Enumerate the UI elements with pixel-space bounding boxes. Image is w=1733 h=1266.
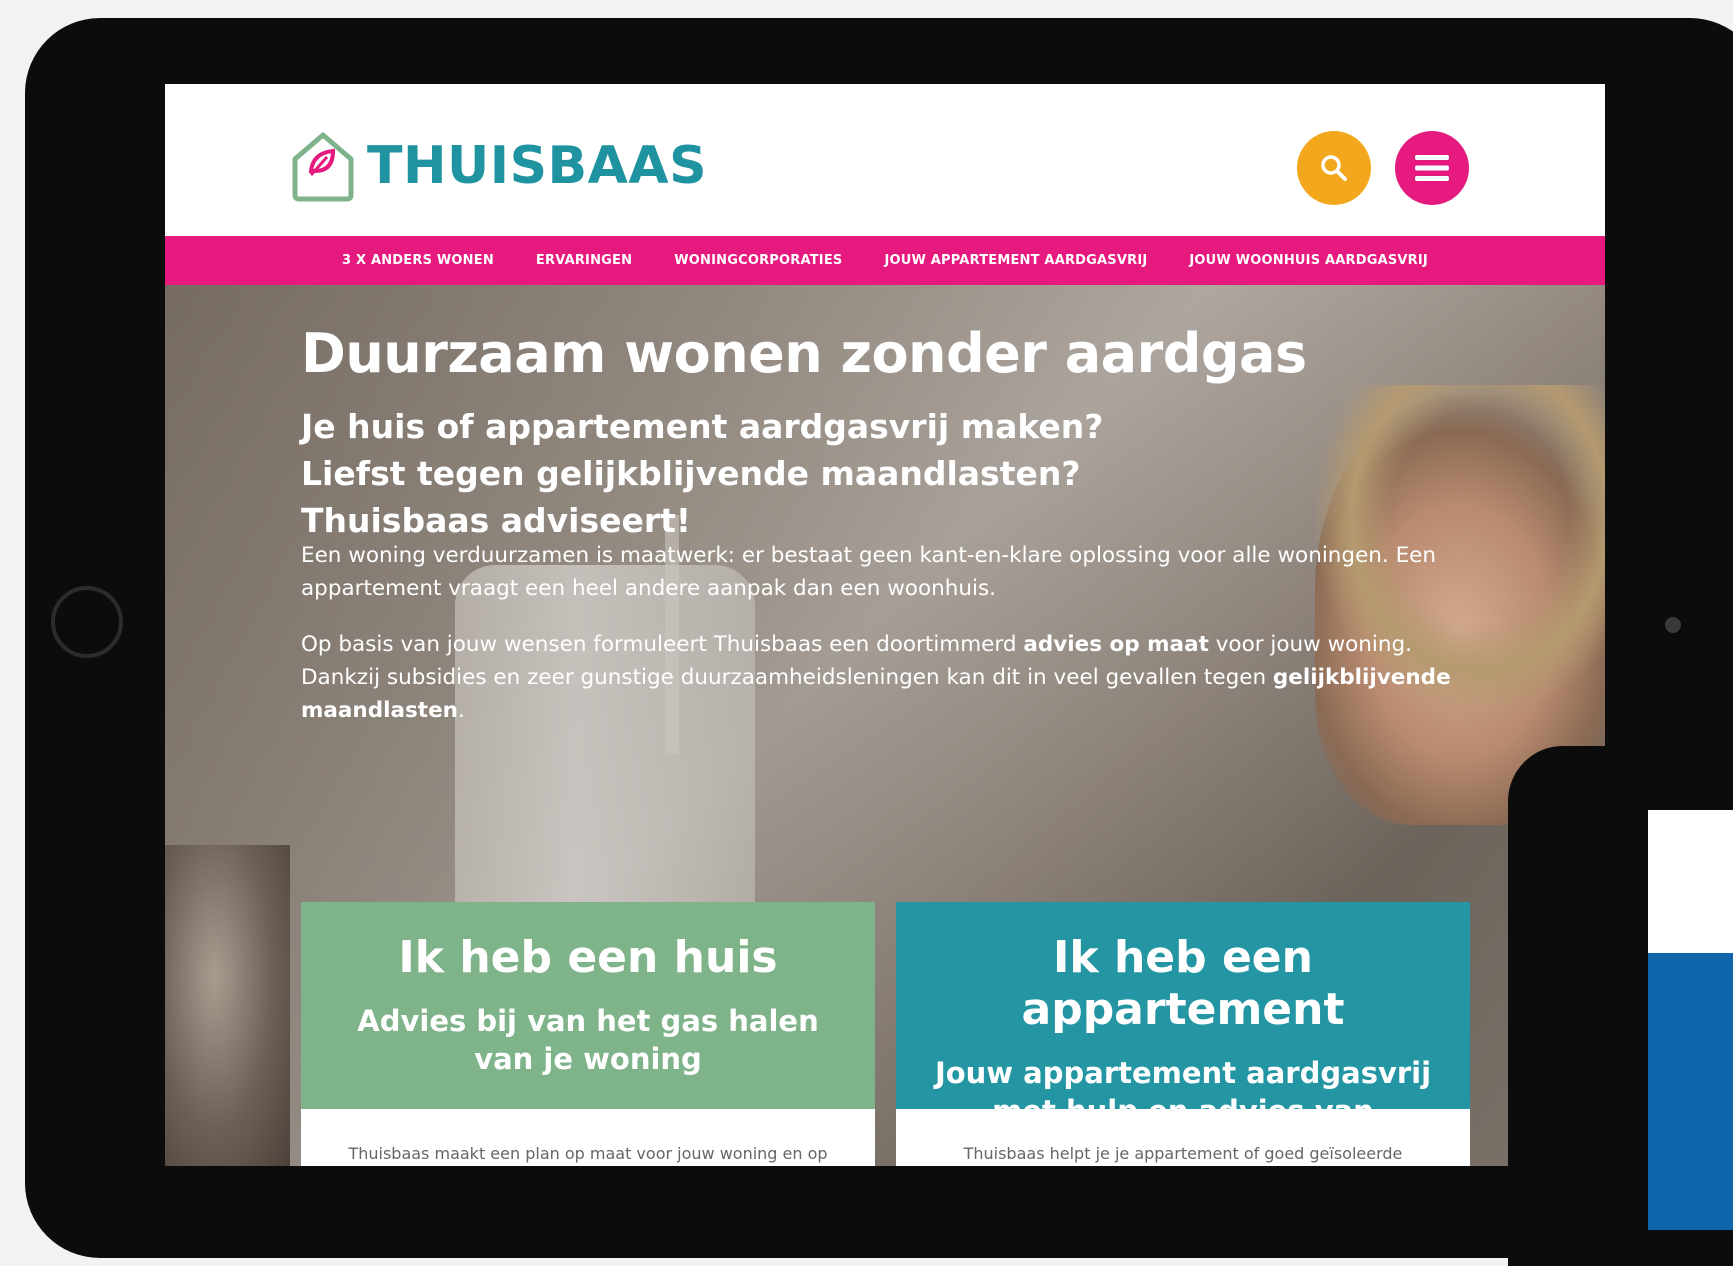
website-screen: THUISBAAS 3 X ANDERS WONEN ERVARINGEN WO…: [165, 84, 1605, 1166]
card-appartement[interactable]: Ik heb een appartement Jouw appartement …: [896, 902, 1470, 1166]
advies-op-maat-emphasis: advies op maat: [1023, 632, 1209, 657]
hero-subtitle-line: Je huis of appartement aardgasvrij maken…: [301, 407, 1104, 446]
search-icon: [1321, 155, 1347, 181]
nav-item-3x-anders-wonen[interactable]: 3 X ANDERS WONEN: [342, 253, 494, 268]
search-button[interactable]: [1297, 131, 1371, 205]
hero-subtitle-line: Thuisbaas adviseert!: [301, 501, 691, 540]
second-device-blue-panel: [1648, 953, 1733, 1230]
hero-paragraph-2: Op basis van jouw wensen formuleert Thui…: [301, 628, 1481, 727]
card-body-text: Thuisbaas maakt een plan op maat voor jo…: [348, 1144, 828, 1163]
nav-item-woningcorporaties[interactable]: WONINGCORPORATIES: [674, 253, 842, 268]
hero-subtitle: Je huis of appartement aardgasvrij maken…: [301, 403, 1103, 544]
house-leaf-logo-icon: [292, 132, 354, 202]
card-title: Ik heb een huis: [398, 932, 778, 983]
paragraph-text: .: [457, 698, 465, 723]
card-huis[interactable]: Ik heb een huis Advies bij van het gas h…: [301, 902, 875, 1166]
hero-paragraph-1: Een woning verduurzamen is maatwerk: er …: [301, 543, 1437, 601]
menu-button[interactable]: [1395, 131, 1469, 205]
nav-item-ervaringen[interactable]: ERVARINGEN: [536, 253, 632, 268]
menu-icon: [1415, 155, 1449, 181]
nav-item-woonhuis-aardgasvrij[interactable]: JOUW WOONHUIS AARDGASVRIJ: [1189, 253, 1428, 268]
card-title: Ik heb een appartement: [1021, 932, 1345, 1035]
logo-wordmark: THUISBAAS: [367, 136, 708, 196]
hero-section: Duurzaam wonen zonder aardgas Je huis of…: [165, 285, 1605, 1166]
site-logo[interactable]: THUISBAAS: [289, 129, 707, 203]
main-navigation: 3 X ANDERS WONEN ERVARINGEN WONINGCORPOR…: [165, 236, 1605, 285]
site-header: THUISBAAS: [165, 84, 1605, 236]
tablet-camera: [1665, 617, 1681, 633]
paragraph-text: Op basis van jouw wensen formuleert Thui…: [301, 632, 1024, 657]
card-header: Ik heb een appartement Jouw appartement …: [896, 902, 1470, 1166]
tablet-home-button: [51, 586, 123, 658]
card-subtitle: Advies bij van het gas halen van je woni…: [357, 1004, 819, 1076]
card-header: Ik heb een huis Advies bij van het gas h…: [301, 902, 875, 1109]
hero-photo-children: [165, 845, 290, 1166]
hero-title: Duurzaam wonen zonder aardgas: [301, 322, 1307, 385]
hero-subtitle-line: Liefst tegen gelijkblijvende maandlasten…: [301, 454, 1081, 493]
nav-item-appartement-aardgasvrij[interactable]: JOUW APPARTEMENT AARDGASVRIJ: [884, 253, 1147, 268]
